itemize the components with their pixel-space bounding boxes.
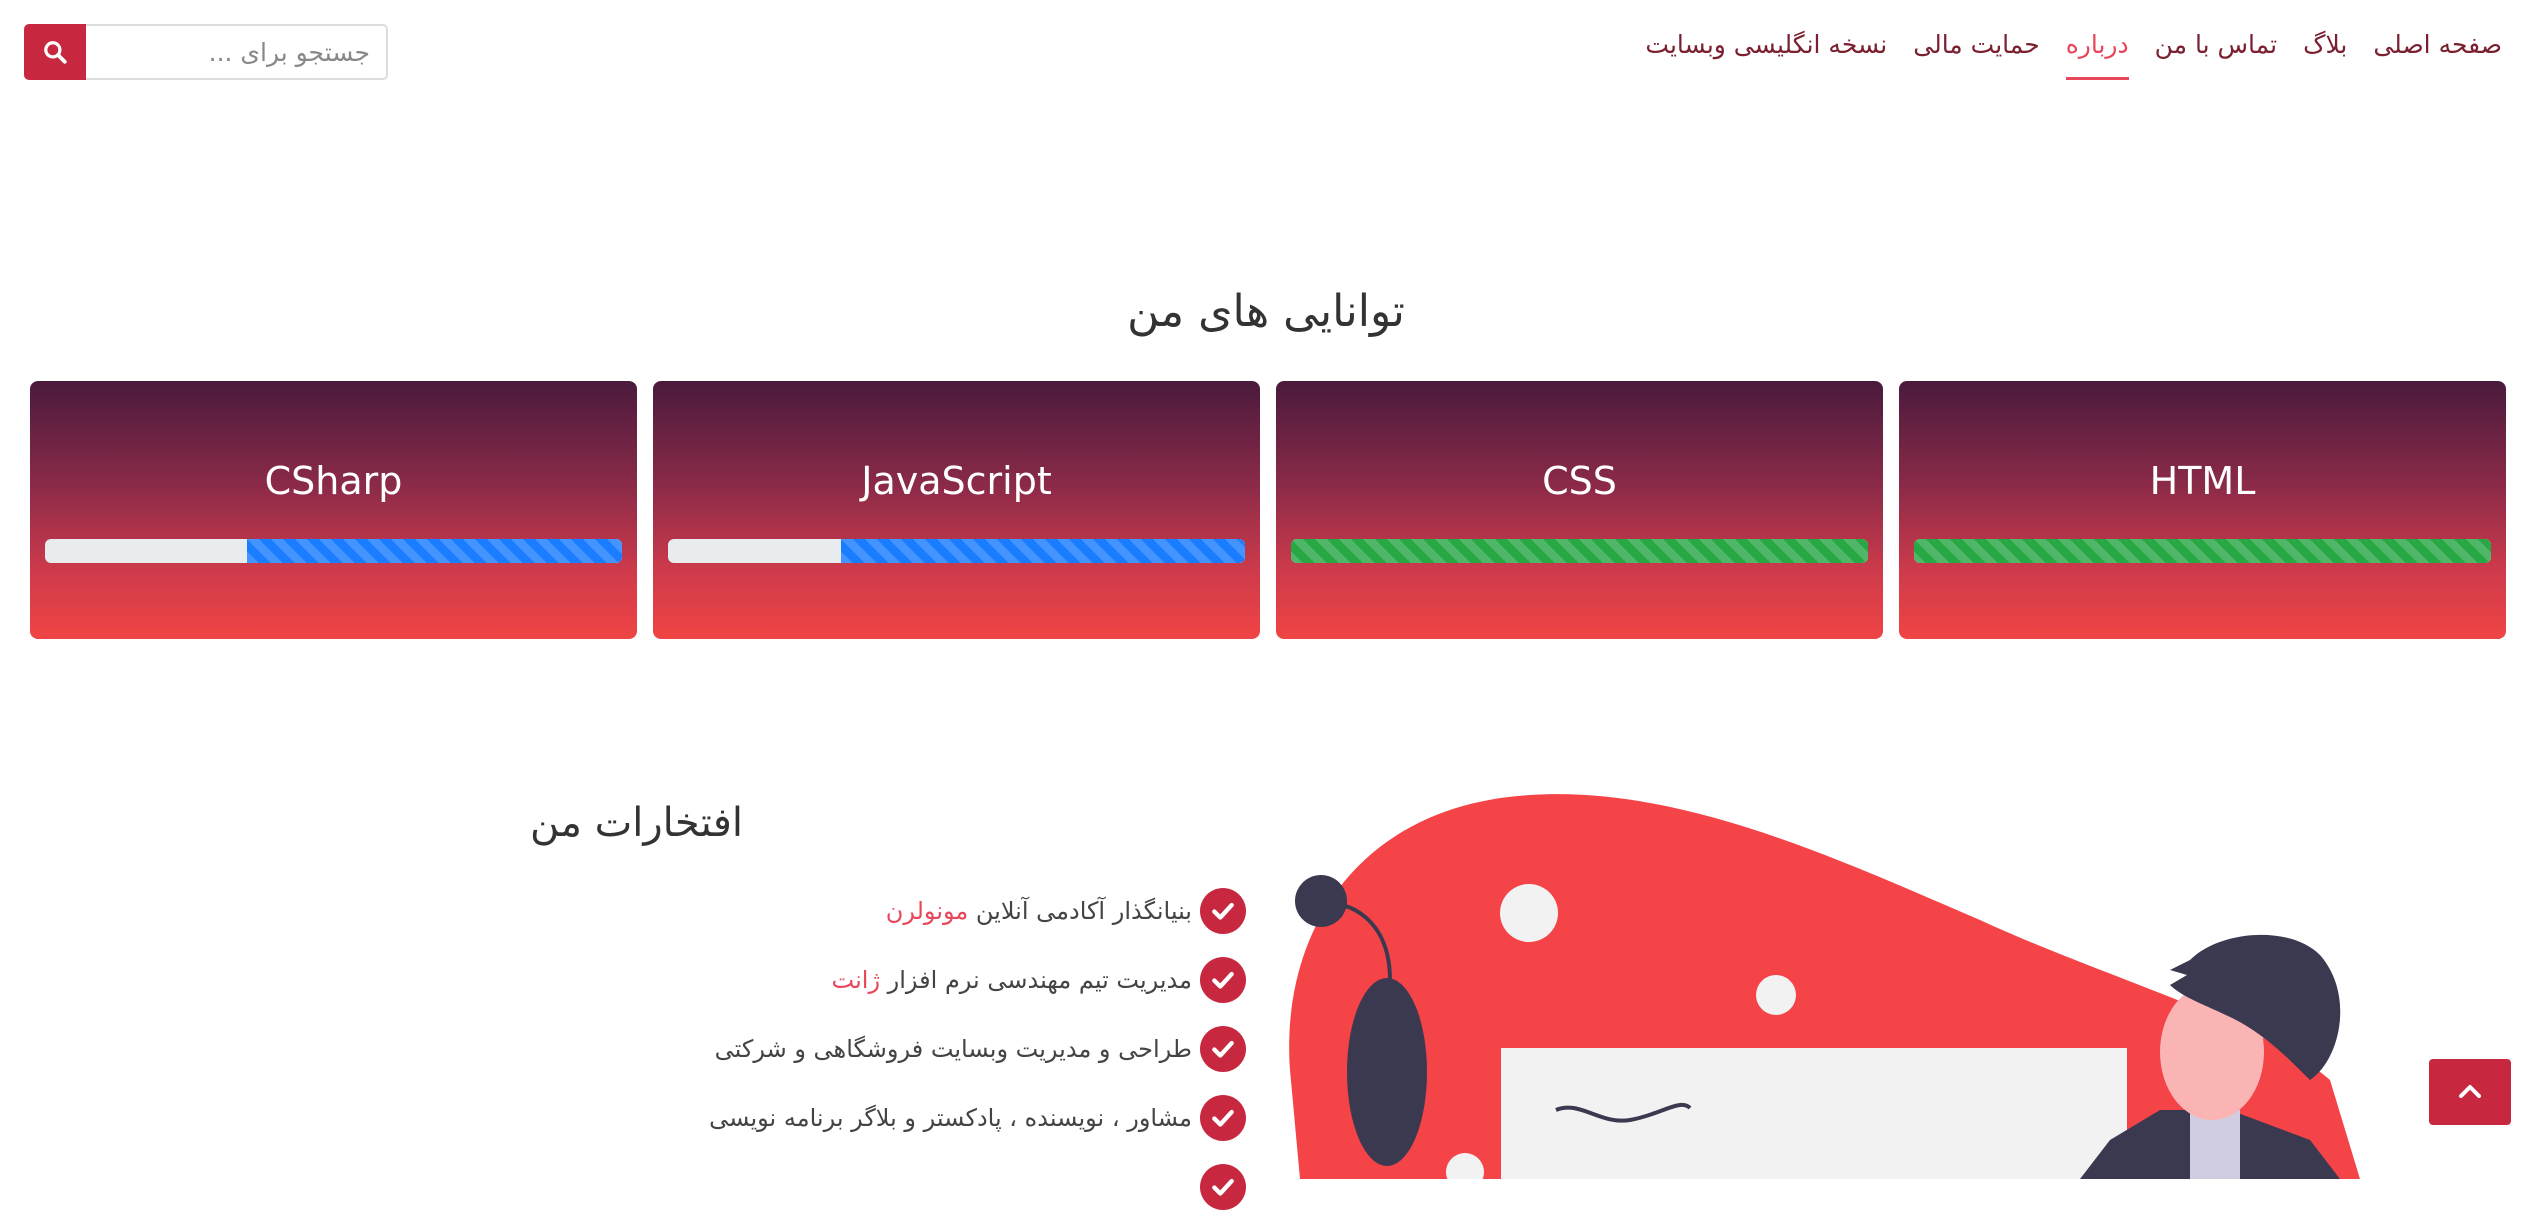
skill-progress-bar (45, 539, 622, 563)
nav-home[interactable]: صفحه اصلی (2373, 30, 2502, 80)
search-input[interactable] (86, 24, 388, 80)
honor-item-partial (709, 1152, 1246, 1221)
microphone-icon (1295, 875, 1347, 927)
skills-cards: CSharp JavaScript CSS HTML (30, 381, 2506, 639)
honor-text: مدیریت تیم مهندسی نرم افزار ژانت (831, 965, 1192, 994)
skill-name: CSS (1542, 459, 1617, 503)
main-nav: صفحه اصلی بلاگ تماس با من درباره حمایت م… (1645, 30, 2502, 80)
skill-progress-bar (1291, 539, 1868, 563)
honor-highlight-link[interactable]: مونولرن (886, 897, 969, 925)
podcaster-illustration (1289, 794, 2360, 1179)
skill-progress-fill (841, 539, 1245, 563)
skill-progress-bar (668, 539, 1245, 563)
search-bar (24, 24, 388, 80)
skill-card-csharp: CSharp (30, 381, 637, 639)
honor-item: بنیانگذار آکادمی آنلاین مونولرن (709, 876, 1246, 945)
skill-progress-fill (1914, 539, 2491, 563)
nav-contact[interactable]: تماس با من (2155, 30, 2277, 80)
honor-text: طراحی و مدیریت وبسایت فروشگاهی و شرکتی (714, 1034, 1192, 1063)
check-icon (1200, 1163, 1246, 1210)
skill-card-javascript: JavaScript (653, 381, 1260, 639)
honors-title: افتخارات من (530, 800, 743, 846)
illustration-dot (1756, 975, 1796, 1015)
skill-name: HTML (2149, 459, 2256, 503)
skill-card-html: HTML (1899, 381, 2506, 639)
honor-highlight-link[interactable]: ژانت (832, 966, 881, 994)
search-button[interactable] (24, 24, 86, 80)
honors-list: بنیانگذار آکادمی آنلاین مونولرن مدیریت ت… (709, 876, 1246, 1221)
chevron-up-icon (2459, 1085, 2481, 1098)
nav-blog[interactable]: بلاگ (2303, 30, 2347, 80)
nav-english-version[interactable]: نسخه انگلیسی وبسایت (1645, 30, 1887, 80)
honor-item: طراحی و مدیریت وبسایت فروشگاهی و شرکتی (709, 1014, 1246, 1083)
honor-text: مشاور ، نویسنده ، پادکستر و بلاگر برنامه… (709, 1103, 1192, 1132)
honor-item: مشاور ، نویسنده ، پادکستر و بلاگر برنامه… (709, 1083, 1246, 1152)
nav-about[interactable]: درباره (2065, 30, 2129, 80)
nav-donate[interactable]: حمایت مالی (1913, 30, 2039, 80)
skill-progress-bar (1914, 539, 2491, 563)
search-icon (44, 41, 67, 64)
back-to-top-button[interactable] (2429, 1059, 2511, 1125)
skill-progress-fill (246, 539, 622, 563)
check-icon (1200, 1094, 1246, 1141)
honor-text: بنیانگذار آکادمی آنلاین مونولرن (885, 896, 1192, 925)
honor-item: مدیریت تیم مهندسی نرم افزار ژانت (709, 945, 1246, 1014)
skill-name: CSharp (264, 459, 403, 503)
skills-title: توانایی های من (1127, 286, 1405, 337)
microphone-body (1347, 978, 1427, 1166)
skill-card-css: CSS (1276, 381, 1883, 639)
illustration-dot (1500, 884, 1558, 942)
check-icon (1200, 1025, 1246, 1072)
check-icon (1200, 887, 1246, 934)
skill-name: JavaScript (861, 459, 1052, 503)
skill-progress-fill (1291, 539, 1868, 563)
check-icon (1200, 956, 1246, 1003)
